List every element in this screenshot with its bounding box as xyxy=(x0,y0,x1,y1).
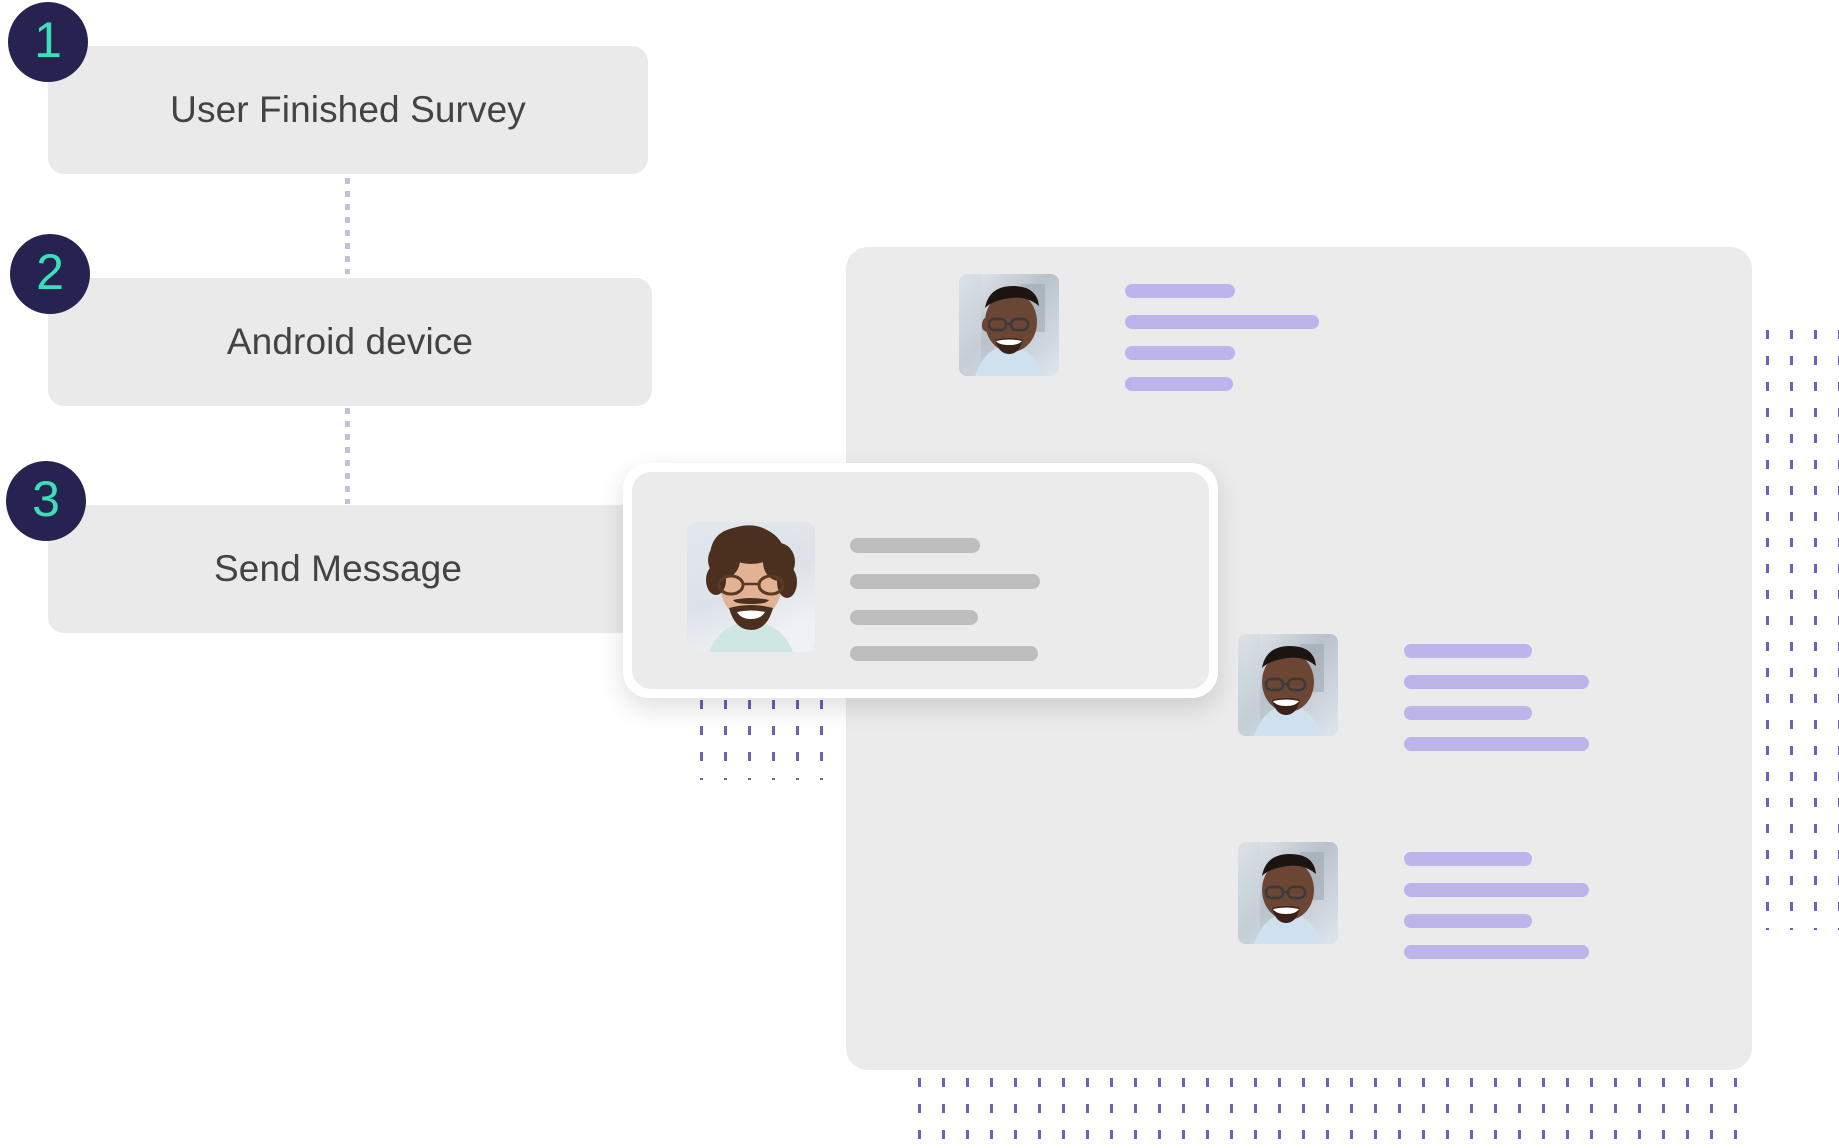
dotted-connector-step2-step3 xyxy=(345,408,350,504)
step-label-2: Android device xyxy=(226,321,474,362)
message-line xyxy=(1404,675,1589,689)
highlighted-message-card[interactable] xyxy=(623,463,1218,698)
message-lines xyxy=(1125,284,1319,408)
message-line xyxy=(1404,945,1589,959)
avatar-image-icon xyxy=(1238,634,1338,736)
step-row-3: Send Message 3 xyxy=(0,461,628,633)
step-number-1: 1 xyxy=(34,12,62,68)
avatar xyxy=(1238,842,1338,944)
message-row[interactable] xyxy=(959,274,1319,408)
avatar xyxy=(959,274,1059,376)
dot-grid-bottom xyxy=(918,1078,1758,1148)
message-lines xyxy=(850,538,1040,682)
card-line xyxy=(850,646,1038,661)
step-box-1[interactable]: User Finished Survey xyxy=(48,46,648,174)
dotted-connector-step1-step2 xyxy=(345,178,350,274)
message-line xyxy=(1125,284,1235,298)
message-line xyxy=(1125,315,1319,329)
dot-grid-right xyxy=(1766,330,1839,930)
step-badge-3: 3 xyxy=(6,461,86,541)
step-number-3: 3 xyxy=(32,471,60,527)
message-line xyxy=(1125,377,1233,391)
avatar-image-icon xyxy=(959,274,1059,376)
step-row-1: User Finished Survey 1 xyxy=(0,2,648,174)
message-row[interactable] xyxy=(1238,634,1589,768)
message-row[interactable] xyxy=(1238,842,1589,976)
step-box-3[interactable]: Send Message xyxy=(48,505,628,633)
message-lines xyxy=(1404,852,1589,976)
step-badge-2: 2 xyxy=(10,234,90,314)
card-line xyxy=(850,538,980,553)
message-line xyxy=(1404,706,1532,720)
avatar xyxy=(1238,634,1338,736)
avatar-image-icon xyxy=(687,522,815,652)
message-line xyxy=(1125,346,1235,360)
avatar xyxy=(687,522,815,652)
message-line xyxy=(1404,737,1589,751)
step-label-1: User Finished Survey xyxy=(170,89,526,130)
card-line xyxy=(850,574,1040,589)
step-number-2: 2 xyxy=(36,244,64,300)
step-label-3: Send Message xyxy=(213,548,463,589)
avatar-image-icon xyxy=(1238,842,1338,944)
highlighted-message-card-body xyxy=(632,472,1209,689)
dot-grid-under-card xyxy=(700,700,832,780)
message-line xyxy=(1404,852,1532,866)
message-line xyxy=(1404,914,1532,928)
step-badge-1: 1 xyxy=(8,2,88,82)
diagram-canvas: User Finished Survey 1 Android device 2 … xyxy=(0,0,1839,1148)
message-lines xyxy=(1404,644,1589,768)
message-line xyxy=(1404,883,1589,897)
step-row-2: Android device 2 xyxy=(0,234,652,406)
card-line xyxy=(850,610,978,625)
message-line xyxy=(1404,644,1532,658)
step-box-2[interactable]: Android device xyxy=(48,278,652,406)
